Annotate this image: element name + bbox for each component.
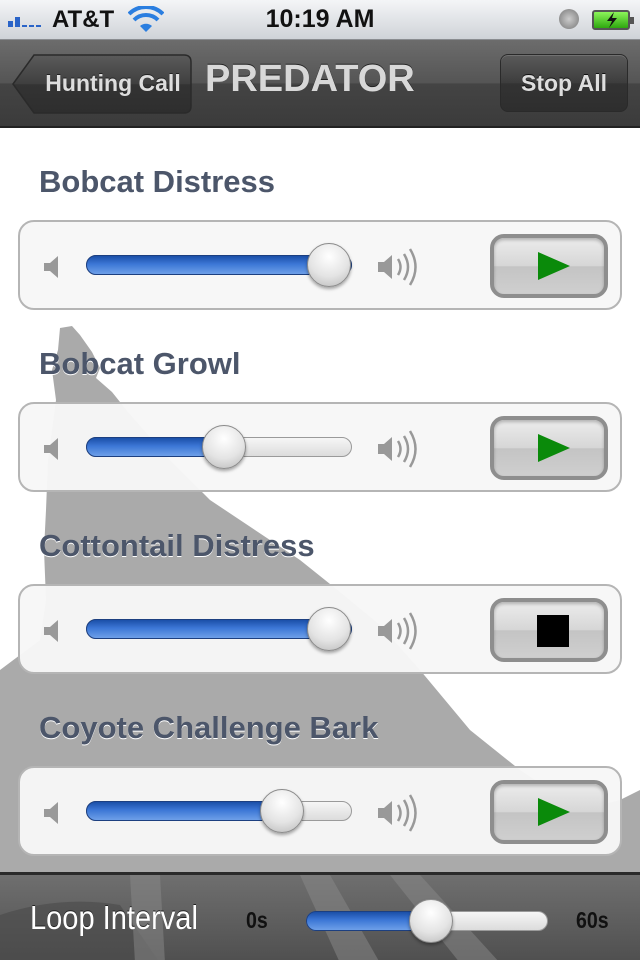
sound-controls [18,220,622,310]
stop-all-button[interactable]: Stop All [500,54,628,112]
volume-low-icon [44,438,58,460]
play-button[interactable] [490,780,608,844]
volume-slider-thumb[interactable] [307,243,351,287]
play-icon [538,252,570,280]
volume-high-icon [378,612,417,650]
sound-title: Cottontail Distress [39,528,315,563]
volume-low-icon [44,620,58,642]
play-icon [538,434,570,462]
battery-charging-icon [592,10,634,30]
loop-interval-slider[interactable] [306,899,548,943]
clock-icon [559,9,579,29]
volume-high-icon [378,430,417,468]
sound-title: Coyote Challenge Bark [39,710,379,745]
sound-title: Bobcat Distress [39,164,276,199]
stop-icon [537,615,569,647]
play-icon [538,798,570,826]
stop-button[interactable] [490,598,608,662]
sound-controls [18,584,622,674]
sound-controls [18,402,622,492]
volume-slider-thumb[interactable] [260,789,305,833]
volume-slider[interactable] [86,243,352,287]
sound-row: Bobcat Growl [0,312,640,494]
loop-interval-label: Loop Interval [30,899,198,936]
sound-row: Bobcat Distress [0,130,640,312]
sound-row: Cottontail Distress [0,494,640,676]
loop-slider-thumb[interactable] [409,899,453,943]
play-button[interactable] [490,416,608,480]
status-bar: AT&T 10:19 AM [0,0,640,40]
play-button[interactable] [490,234,608,298]
volume-high-icon [378,794,417,832]
sound-row: Coyote Challenge Bark [0,676,640,858]
back-button[interactable]: Hunting Call [12,54,192,114]
volume-slider[interactable] [86,425,352,469]
loop-min-label: 0s [246,907,268,933]
status-time: 10:19 AM [265,5,375,33]
sound-title: Bobcat Growl [39,346,241,381]
loop-max-label: 60s [576,907,609,933]
volume-slider-thumb[interactable] [307,607,351,651]
page-title: PREDATOR [205,58,415,100]
volume-high-icon [378,248,417,286]
volume-slider[interactable] [86,607,352,651]
volume-slider-thumb[interactable] [202,425,247,469]
back-button-label: Hunting Call [45,70,181,96]
volume-low-icon [44,256,58,278]
loop-interval-bar: Loop Interval 0s 60s [0,872,640,960]
volume-low-icon [44,802,58,824]
sound-controls [18,766,622,856]
volume-slider[interactable] [86,789,352,833]
sound-list: Bobcat Distress Bobcat Growl Cottontail … [0,130,640,872]
volume-slider-fill [86,801,284,821]
navigation-bar: Hunting Call PREDATOR Stop All [0,40,640,128]
